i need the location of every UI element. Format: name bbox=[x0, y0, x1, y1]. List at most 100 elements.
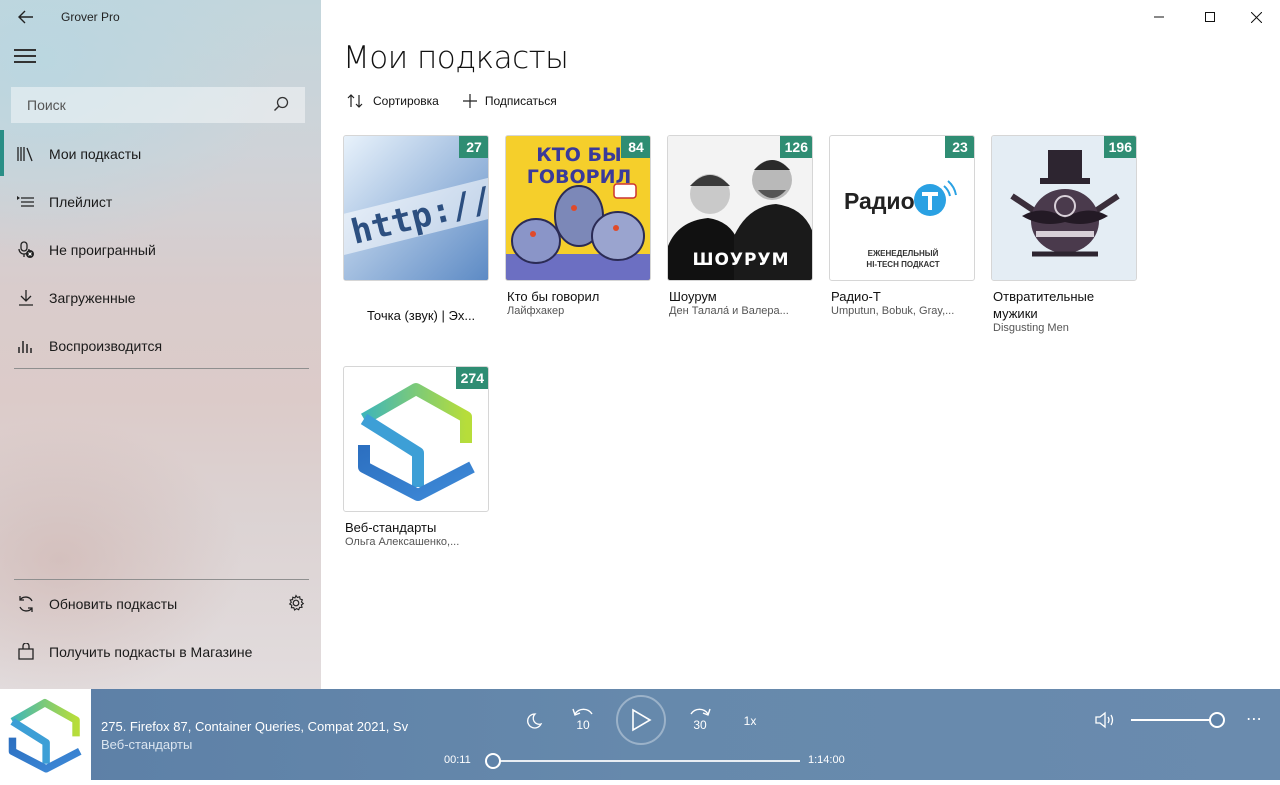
podcast-card[interactable]: КТО БЫ ГОВОРИЛ 84 Кто бы говорил Лайфхак… bbox=[505, 135, 651, 317]
podcast-card[interactable]: 274 Веб-стандарты Ольга Алексашенко,... bbox=[343, 366, 489, 548]
podcast-card[interactable]: ШОУРУМ 126 Шоурум Ден Талала́ и Валера..… bbox=[667, 135, 813, 317]
podcast-cover: 274 bbox=[343, 366, 489, 512]
elapsed-time: 00:11 bbox=[444, 754, 471, 766]
episode-count-badge: 27 bbox=[459, 136, 488, 158]
search-box bbox=[11, 87, 305, 123]
episode-count-badge: 274 bbox=[455, 367, 488, 389]
nav-item-downloaded[interactable]: Загруженные bbox=[0, 274, 321, 322]
moon-icon bbox=[527, 713, 543, 729]
player-bar: 275. Firefox 87, Container Queries, Comp… bbox=[0, 689, 1280, 780]
bottom-nav: Обновить подкасты Получить подкасты в Ма… bbox=[0, 580, 321, 676]
nav-label: Плейлист bbox=[49, 194, 113, 210]
minimize-icon bbox=[1154, 16, 1164, 18]
cover-logo-text: Радио bbox=[844, 188, 915, 214]
episode-count-badge: 23 bbox=[945, 136, 974, 158]
title-bar: Grover Pro bbox=[0, 0, 321, 34]
sort-icon bbox=[347, 94, 363, 108]
minimize-button[interactable] bbox=[1136, 0, 1182, 34]
maximize-button[interactable] bbox=[1187, 0, 1233, 34]
close-button[interactable] bbox=[1233, 0, 1279, 34]
nav-label: Мои подкасты bbox=[49, 146, 142, 162]
cover-tagline: ЕЖЕНЕДЕЛЬНЫЙ HI-TECH ПОДКАСТ bbox=[830, 248, 974, 270]
nav-divider bbox=[14, 368, 309, 369]
podcast-title: Шоурум bbox=[669, 289, 717, 304]
podcast-title: Радио-Т bbox=[831, 289, 881, 304]
sleep-timer-button[interactable] bbox=[522, 709, 546, 733]
volume-slider-track[interactable] bbox=[1131, 719, 1217, 721]
toolbar: Сортировка Подписаться bbox=[347, 94, 557, 108]
podcast-card[interactable]: http://w 27 Точка (звук) | Эх... bbox=[343, 135, 489, 324]
sort-label: Сортировка bbox=[373, 94, 439, 108]
refresh-icon bbox=[17, 595, 35, 613]
play-button[interactable] bbox=[616, 695, 666, 745]
playback-speed-button[interactable]: 1x bbox=[738, 711, 762, 731]
nav-item-now-playing[interactable]: Воспроизводится bbox=[0, 322, 321, 370]
podcast-title: Веб-стандарты bbox=[345, 520, 437, 535]
app-title: Grover Pro bbox=[61, 10, 120, 24]
rewind-icon: 10 bbox=[572, 708, 593, 732]
nav-item-playlist[interactable]: Плейлист bbox=[0, 178, 321, 226]
cover-title-line: ГОВОРИЛ bbox=[526, 166, 632, 188]
forward-seconds-label: 30 bbox=[693, 718, 707, 732]
main-content: Мои подкасты Сортировка Подписаться http… bbox=[321, 0, 1280, 689]
subscribe-button[interactable]: Подписаться bbox=[462, 94, 557, 108]
total-duration: 1:14:00 bbox=[808, 754, 845, 766]
nav-label: Обновить подкасты bbox=[49, 596, 178, 612]
episode-count-badge: 196 bbox=[1103, 136, 1136, 158]
close-icon bbox=[1250, 11, 1262, 23]
main-nav: Мои подкасты Плейлист Не проигранный Заг… bbox=[0, 130, 321, 370]
sort-button[interactable]: Сортировка bbox=[347, 94, 439, 108]
hamburger-line bbox=[14, 55, 36, 57]
cover-title-text: ШОУРУМ bbox=[692, 250, 790, 270]
hamburger-line bbox=[14, 61, 36, 63]
get-podcasts-store-button[interactable]: Получить подкасты в Магазине bbox=[0, 628, 321, 676]
podcast-cover: http://w 27 bbox=[343, 135, 489, 281]
refresh-podcasts-button[interactable]: Обновить подкасты bbox=[0, 580, 321, 628]
cover-tagline-line: HI-TECH ПОДКАСТ bbox=[866, 260, 940, 269]
nav-label: Воспроизводится bbox=[49, 338, 163, 354]
now-playing-title: 275. Firefox 87, Container Queries, Comp… bbox=[101, 719, 409, 734]
skip-forward-button[interactable]: 30 bbox=[685, 705, 715, 735]
back-button[interactable] bbox=[14, 6, 38, 28]
unplayed-icon bbox=[17, 241, 35, 259]
plus-icon bbox=[462, 94, 477, 108]
search-input[interactable] bbox=[25, 96, 269, 114]
speaker-icon bbox=[1095, 711, 1114, 729]
volume-slider-thumb[interactable] bbox=[1209, 712, 1225, 728]
podcast-title: Точка (звук) | Эх... bbox=[367, 308, 476, 323]
podcast-cover: КТО БЫ ГОВОРИЛ 84 bbox=[505, 135, 651, 281]
podcast-title: Отвратительные мужики bbox=[993, 289, 1095, 321]
nav-label: Не проигранный bbox=[49, 242, 156, 258]
search-icon[interactable] bbox=[273, 96, 289, 117]
podcast-cover: 196 bbox=[991, 135, 1137, 281]
sidebar: Grover Pro Мои подкасты Плейлист bbox=[0, 0, 321, 689]
gear-icon[interactable] bbox=[287, 594, 305, 617]
equalizer-icon bbox=[17, 337, 35, 355]
podcast-card[interactable]: Радио ЕЖЕНЕДЕЛЬНЫЙ HI-TECH ПОДКАСТ 23 Ра… bbox=[829, 135, 975, 317]
nav-label: Загруженные bbox=[49, 290, 136, 306]
radio-t-logo-icon bbox=[914, 180, 957, 216]
nav-item-unplayed[interactable]: Не проигранный bbox=[0, 226, 321, 274]
nav-item-my-podcasts[interactable]: Мои подкасты bbox=[0, 130, 321, 178]
volume-button[interactable] bbox=[1094, 709, 1118, 731]
episode-count-badge: 126 bbox=[779, 136, 812, 158]
podcast-card[interactable]: 196 Отвратительные мужики Disgusting Men bbox=[991, 135, 1137, 334]
back-arrow-icon bbox=[18, 10, 33, 24]
hamburger-menu-button[interactable] bbox=[14, 46, 36, 66]
store-icon bbox=[17, 642, 35, 661]
rewind-button[interactable]: 10 bbox=[568, 705, 598, 735]
download-icon bbox=[17, 289, 35, 307]
podcast-author: Лайфхакер bbox=[507, 305, 565, 317]
maximize-icon bbox=[1205, 12, 1215, 22]
podcast-author: Ольга Алексашенко,... bbox=[345, 536, 460, 548]
now-playing-cover[interactable] bbox=[0, 689, 91, 780]
more-options-button[interactable]: ⋯ bbox=[1242, 709, 1266, 729]
web-standards-logo-icon bbox=[8, 698, 82, 773]
progress-thumb[interactable] bbox=[484, 753, 501, 769]
cover-tagline-line: ЕЖЕНЕДЕЛЬНЫЙ bbox=[867, 249, 939, 258]
progress-track[interactable] bbox=[492, 760, 800, 762]
forward-icon: 30 bbox=[690, 708, 711, 732]
nav-label: Получить подкасты в Магазине bbox=[49, 644, 253, 660]
podcast-cover: ШОУРУМ 126 bbox=[667, 135, 813, 281]
podcast-author: Disgusting Men bbox=[993, 322, 1069, 334]
